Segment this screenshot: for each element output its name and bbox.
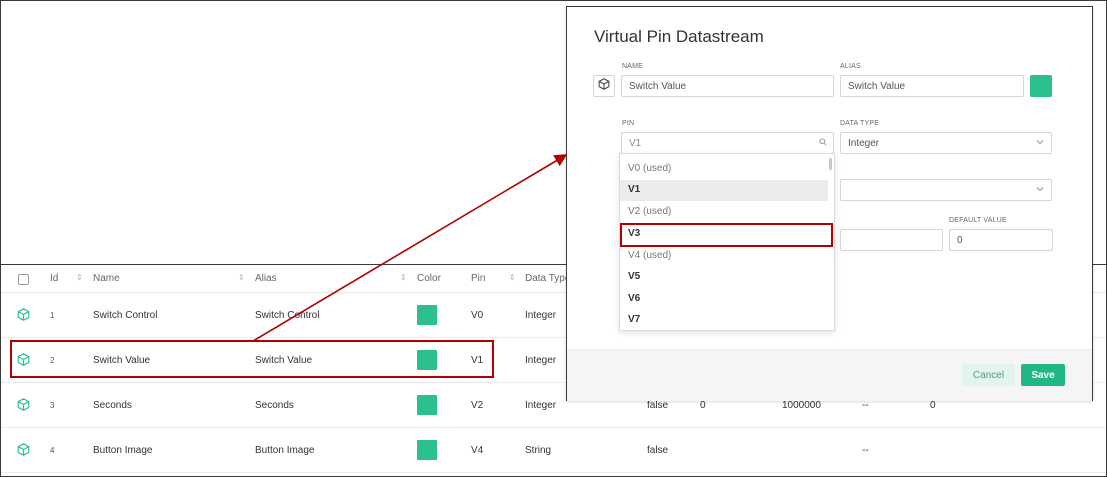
row-pin: V0 — [471, 310, 484, 321]
dropdown-option-v4[interactable]: V4 (used) — [620, 246, 828, 267]
cube-icon — [598, 77, 610, 95]
dropdown-option-v2[interactable]: V2 (used) — [620, 202, 828, 223]
name-input[interactable]: Switch Value — [621, 75, 834, 97]
sort-icon[interactable]: ⇕ — [509, 273, 516, 282]
units-select[interactable] — [840, 179, 1052, 201]
max-value-input[interactable] — [840, 229, 943, 251]
header-data-type[interactable]: Data Type — [525, 273, 570, 284]
data-type-value: Integer — [848, 138, 880, 149]
row-name: Switch Control — [93, 310, 158, 321]
row-extra-cell: 0 — [930, 400, 936, 411]
row-alias: Switch Value — [255, 355, 313, 366]
row-alias: Button Image — [255, 445, 315, 456]
header-alias[interactable]: Alias — [255, 273, 277, 284]
chevron-down-icon — [1035, 184, 1045, 196]
search-icon — [819, 138, 827, 148]
cube-icon — [17, 398, 30, 414]
row-extra-cell: false — [647, 445, 669, 456]
row-color-swatch — [417, 350, 437, 370]
row-data-type: Integer — [525, 400, 557, 411]
row-alias: Switch Control — [255, 310, 320, 321]
pin-select-value: V1 — [629, 138, 642, 149]
save-button[interactable]: Save — [1021, 364, 1065, 386]
cube-icon — [17, 353, 30, 369]
sort-icon[interactable]: ⇕ — [400, 273, 407, 282]
row-id: 2 — [50, 356, 55, 365]
dropdown-option-v7[interactable]: V7 — [620, 310, 828, 330]
cube-icon — [17, 443, 30, 459]
header-name[interactable]: Name — [93, 273, 120, 284]
chevron-down-icon — [1035, 137, 1045, 149]
cube-icon — [17, 308, 30, 324]
data-type-select[interactable]: Integer — [840, 132, 1052, 154]
row-alias: Seconds — [255, 400, 294, 411]
pin-label: PIN — [622, 120, 635, 127]
dropdown-option-v5[interactable]: V5 — [620, 267, 828, 288]
row-extra-cell: -- — [862, 445, 869, 456]
row-color-swatch — [417, 440, 437, 460]
dialog-title: Virtual Pin Datastream — [594, 27, 764, 46]
row-pin: V4 — [471, 445, 484, 456]
alias-label: ALIAS — [840, 63, 861, 70]
row-color-swatch — [417, 395, 437, 415]
dropdown-option-v3[interactable]: V3 — [620, 224, 828, 245]
row-data-type: String — [525, 445, 552, 456]
row-color-swatch — [417, 305, 437, 325]
row-id: 3 — [50, 401, 55, 410]
row-extra-cell: -- — [862, 400, 869, 411]
data-type-label: DATA TYPE — [840, 120, 880, 127]
row-pin: V2 — [471, 400, 484, 411]
row-data-type: Integer — [525, 310, 557, 321]
default-value-input[interactable]: 0 — [949, 229, 1053, 251]
row-id: 4 — [50, 446, 55, 455]
dropdown-option-v6[interactable]: V6 — [620, 289, 828, 310]
color-picker-button[interactable] — [1030, 75, 1052, 97]
row-data-type: Integer — [525, 355, 557, 366]
pin-dropdown-list[interactable]: V0 (used) V1 V2 (used) V3 V4 (used) V5 V… — [619, 153, 835, 331]
row-extra-cell: 1000000 — [782, 400, 821, 411]
header-id[interactable]: Id — [50, 273, 58, 284]
row-name: Seconds — [93, 400, 132, 411]
sort-icon[interactable]: ⇕ — [76, 273, 83, 282]
pin-select[interactable]: V1 — [621, 132, 834, 154]
name-label: NAME — [622, 63, 644, 70]
sort-icon[interactable]: ⇕ — [238, 273, 245, 282]
row-extra-cell: 0 — [700, 400, 706, 411]
row-pin: V1 — [471, 355, 484, 366]
dropdown-scrollbar[interactable] — [829, 158, 832, 170]
default-value-label: DEFAULT VALUE — [949, 217, 1007, 224]
dropdown-option-v0[interactable]: V0 (used) — [620, 159, 828, 180]
icon-picker-button[interactable] — [593, 75, 615, 97]
cancel-button[interactable]: Cancel — [962, 364, 1015, 386]
select-all-checkbox[interactable] — [18, 274, 29, 285]
alias-input[interactable]: Switch Value — [840, 75, 1024, 97]
row-extra-cell: false — [647, 400, 669, 411]
row-id: 1 — [50, 311, 55, 320]
row-name: Button Image — [93, 445, 153, 456]
header-pin[interactable]: Pin — [471, 273, 485, 284]
dropdown-option-v1[interactable]: V1 — [620, 180, 828, 201]
table-row[interactable]: 4 Button Image Button Image V4 String fa… — [1, 428, 1106, 473]
row-name: Switch Value — [93, 355, 151, 366]
header-color[interactable]: Color — [417, 273, 441, 284]
